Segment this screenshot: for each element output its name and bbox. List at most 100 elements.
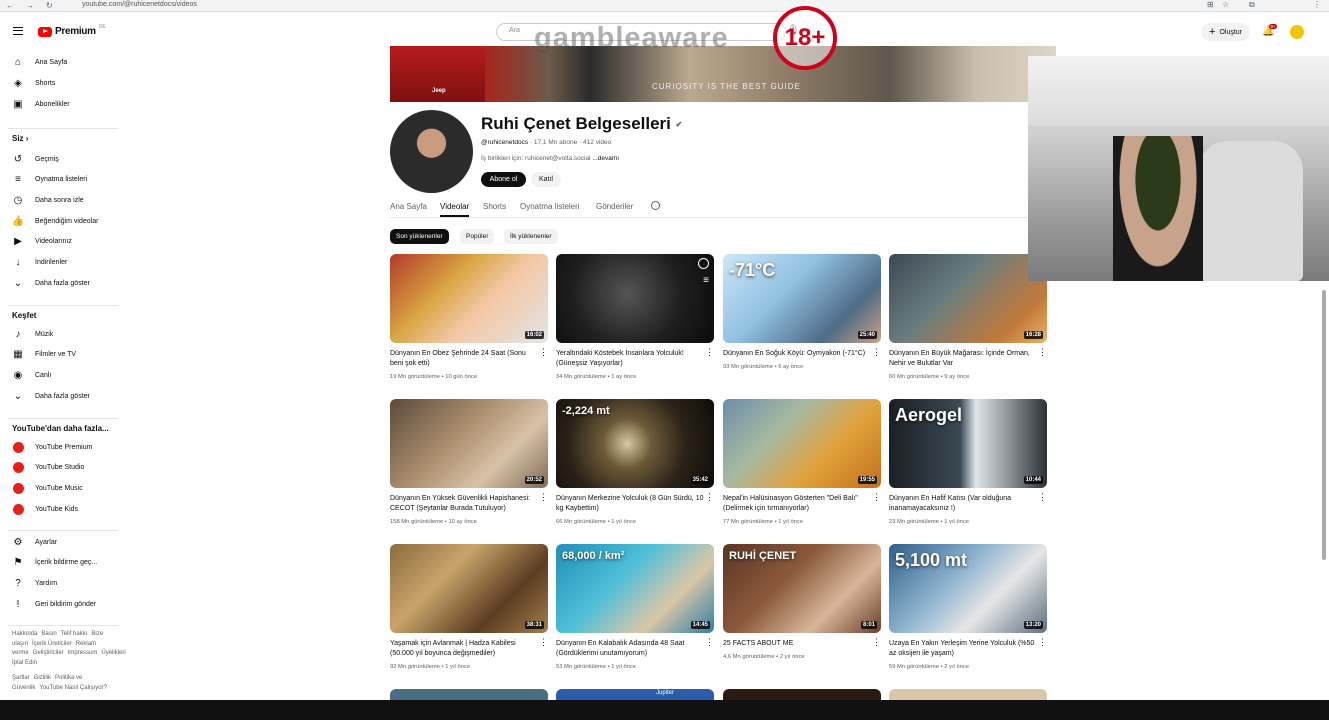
video-thumbnail[interactable]: RUHİ ÇENET 8:01 <box>723 544 881 633</box>
video-title[interactable]: Dünyanın Merkezine Yolculuk (8 Gün Sürdü… <box>556 494 704 514</box>
footer-link[interactable]: Şartlar <box>12 675 30 681</box>
sidebar-item-home[interactable]: ⌂ Ana Sayfa <box>12 55 117 69</box>
create-button[interactable]: + Oluştur <box>1201 23 1250 41</box>
sidebar-item-help[interactable]: ? Yardım <box>12 576 117 590</box>
video-thumbnail[interactable]: 38:31 <box>390 544 548 633</box>
footer-link[interactable]: İçerik Üreticiler <box>32 641 72 647</box>
sidebar-item-settings[interactable]: ⚙ Ayarlar <box>12 535 117 549</box>
video-card[interactable]: 16:02 Dünyanın En Obez Şehrinde 24 Saat (… <box>390 254 548 389</box>
sidebar-item-downloads[interactable]: ↓ İndirilenler <box>12 256 117 270</box>
video-card[interactable]: 68,000 / km² 14:45 Dünyanın En Kalabalık A… <box>556 544 714 679</box>
video-menu-icon[interactable]: ⋮ <box>705 638 714 647</box>
sidebar-item-your-videos[interactable]: ▶ Videolarınız <box>12 235 117 249</box>
sidebar-item-liked[interactable]: 👍 Beğendiğim videolar <box>12 214 117 228</box>
subscribe-button[interactable]: Abone ol <box>481 172 526 187</box>
sidebar-item-live[interactable]: ◉ Canlı <box>12 368 117 382</box>
video-card[interactable]: 19:55 Nepal'in Halüsinasyon Gösterten "De… <box>723 399 881 534</box>
video-title[interactable]: Dünyanın En Kalabalık Adasında 48 Saat (… <box>556 639 704 659</box>
extensions-icon[interactable]: ⧉ <box>1249 0 1255 10</box>
video-thumbnail[interactable]: ≡ <box>556 254 714 343</box>
sidebar-item-report-history[interactable]: ⚑ İçerik bildirme geç... <box>12 556 117 570</box>
tab-shorts[interactable]: Shorts <box>483 202 506 211</box>
video-card[interactable]: Aerogel 10:44 Dünyanın En Hafif Katısı (Va… <box>889 399 1047 534</box>
sidebar-you-header[interactable]: Siz › <box>12 134 28 143</box>
chip-oldest[interactable]: İlk yüklenenler <box>504 229 558 244</box>
watch-later-icon[interactable] <box>698 258 709 269</box>
video-thumbnail[interactable]: -71°C 25:40 <box>723 254 881 343</box>
video-thumbnail[interactable]: 16:28 <box>889 254 1047 343</box>
video-thumbnail-partial[interactable] <box>889 689 1047 700</box>
install-icon[interactable]: ⊞ <box>1207 0 1214 9</box>
chip-latest[interactable]: Son yüklenenler <box>390 229 449 244</box>
video-thumbnail[interactable]: 19:55 <box>723 399 881 488</box>
video-title[interactable]: Dünyanın En Büyük Mağarası: İçinde Orman… <box>889 349 1037 369</box>
footer-link[interactable]: Geliştiriciler <box>33 650 64 656</box>
video-title[interactable]: Uzaya En Yakın Yerleşim Yerine Yolculuk … <box>889 639 1037 659</box>
video-title[interactable]: Nepal'in Halüsinasyon Gösterten "Deli Ba… <box>723 494 871 514</box>
video-thumbnail-partial[interactable] <box>723 689 881 700</box>
video-menu-icon[interactable]: ⋮ <box>1038 348 1047 357</box>
sidebar-item-send-feedback[interactable]: ! Geri bildirim gönder <box>12 597 117 611</box>
sidebar-item-youtube-studio[interactable]: YouTube Studio <box>12 461 117 475</box>
video-card[interactable]: 5,100 mt 13:20 Uzaya En Yakın Yerleşim Yer… <box>889 544 1047 679</box>
channel-avatar[interactable] <box>390 110 473 193</box>
footer-link[interactable]: Hakkında <box>12 631 37 637</box>
forward-icon[interactable]: → <box>26 1 34 10</box>
add-to-queue-icon[interactable]: ≡ <box>703 276 709 286</box>
video-thumbnail-partial[interactable]: Jupiter <box>556 689 714 700</box>
video-title[interactable]: 25 FACTS ABOUT ME <box>723 639 871 649</box>
video-menu-icon[interactable]: ⋮ <box>705 493 714 502</box>
sidebar-item-history[interactable]: ↺ Geçmiş <box>12 152 117 166</box>
video-title[interactable]: Yaşamak için Avlanmak | Hadza Kabilesi (… <box>390 639 538 659</box>
video-menu-icon[interactable]: ⋮ <box>1038 493 1047 502</box>
sidebar-item-show-more-explore[interactable]: ⌄ Daha fazla göster <box>12 389 117 403</box>
video-thumbnail[interactable]: 20:52 <box>390 399 548 488</box>
video-title[interactable]: Dünyanın En Obez Şehrinde 24 Saat (Sonu … <box>390 349 538 369</box>
sidebar-item-music[interactable]: ♪ Müzik <box>12 327 117 341</box>
video-title[interactable]: Dünyanın En Soğuk Köyü: Oymyakon (-71°C) <box>723 349 871 359</box>
video-menu-icon[interactable]: ⋮ <box>872 348 881 357</box>
browser-menu-icon[interactable]: ⋮ <box>1313 0 1321 9</box>
video-menu-icon[interactable]: ⋮ <box>705 348 714 357</box>
address-bar[interactable]: youtube.com/@ruhicenetdocs/videos <box>82 1 197 8</box>
video-thumbnail[interactable]: 5,100 mt 13:20 <box>889 544 1047 633</box>
footer-link[interactable]: Gizlilik <box>34 675 51 681</box>
scrollbar[interactable] <box>1322 290 1326 560</box>
back-icon[interactable]: ← <box>6 1 14 10</box>
tab-posts[interactable]: Gönderiler <box>596 202 633 211</box>
video-menu-icon[interactable]: ⋮ <box>539 493 548 502</box>
channel-description[interactable]: İş birlikleri için: ruhicenet@volta.soci… <box>481 155 619 162</box>
sidebar-item-subscriptions[interactable]: ▣ Abonelikler <box>12 97 117 111</box>
video-card[interactable]: 38:31 Yaşamak için Avlanmak | Hadza Kabil… <box>390 544 548 679</box>
join-button[interactable]: Katıl <box>531 172 561 187</box>
chip-popular[interactable]: Popüler <box>460 229 495 244</box>
video-card[interactable]: 20:52 Dünyanın En Yüksek Güvenlikli Hapis… <box>390 399 548 534</box>
video-menu-icon[interactable]: ⋮ <box>872 638 881 647</box>
footer-link[interactable]: YouTube Nasıl Çalışıyor? <box>39 685 107 691</box>
video-card[interactable]: ≡ Yeraltındaki Köstebek İnsanlara Yolculu… <box>556 254 714 389</box>
sidebar-item-watch-later[interactable]: ◷ Daha sonra izle <box>12 193 117 207</box>
video-thumbnail[interactable]: 16:02 <box>390 254 548 343</box>
sidebar-item-youtube-kids[interactable]: YouTube Kids <box>12 502 117 516</box>
video-card[interactable]: 16:28 Dünyanın En Büyük Mağarası: İçinde … <box>889 254 1047 389</box>
video-card[interactable]: -71°C 25:40 Dünyanın En Soğuk Köyü: Oymyak… <box>723 254 881 389</box>
video-thumbnail[interactable]: Aerogel 10:44 <box>889 399 1047 488</box>
more-link[interactable]: ...devamı <box>592 155 619 162</box>
video-title[interactable]: Yeraltındaki Köstebek İnsanlara Yolculuk… <box>556 349 704 369</box>
footer-link[interactable]: Telif hakkı <box>61 631 88 637</box>
sidebar-item-movies[interactable]: ▦ Filmler ve TV <box>12 348 117 362</box>
video-menu-icon[interactable]: ⋮ <box>539 348 548 357</box>
tab-playlists[interactable]: Oynatma listeleri <box>520 202 580 211</box>
bookmark-star-icon[interactable]: ☆ <box>1222 0 1229 9</box>
video-thumbnail[interactable]: -2,224 mt 35:42 <box>556 399 714 488</box>
sidebar-item-youtube-premium[interactable]: YouTube Premium <box>12 440 117 454</box>
video-thumbnail[interactable]: 68,000 / km² 14:45 <box>556 544 714 633</box>
video-title[interactable]: Dünyanın En Hafif Katısı (Var olduğuna i… <box>889 494 1037 514</box>
video-menu-icon[interactable]: ⋮ <box>1038 638 1047 647</box>
footer-link[interactable]: Basın <box>41 631 56 637</box>
reload-icon[interactable]: ↻ <box>46 1 53 10</box>
video-thumbnail-partial[interactable] <box>390 689 548 700</box>
sidebar-item-shorts[interactable]: ◈ Shorts <box>12 76 117 90</box>
sidebar-item-playlists[interactable]: ≡ Oynatma listeleri <box>12 173 117 187</box>
sidebar-item-youtube-music[interactable]: YouTube Music <box>12 481 117 495</box>
